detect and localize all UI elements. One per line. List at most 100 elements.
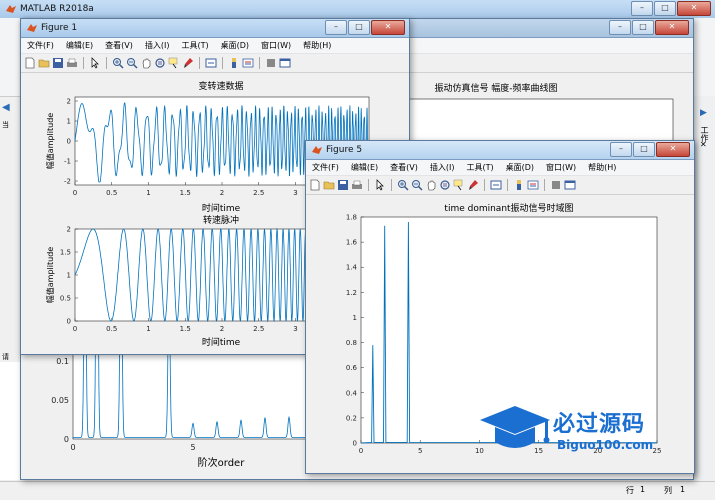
toolbar-separator — [391, 179, 392, 191]
print-icon[interactable] — [66, 57, 78, 69]
zoom-out-icon[interactable] — [411, 179, 423, 191]
brush-icon[interactable] — [467, 179, 479, 191]
workspace-panel: ▶ 工作 ✕ — [693, 96, 715, 480]
data-cursor-icon[interactable] — [168, 57, 180, 69]
open-file-icon[interactable] — [38, 57, 50, 69]
hide-tools-icon[interactable] — [265, 57, 277, 69]
f1-bottom-xtick: 2 — [220, 325, 224, 333]
zoom-in-icon[interactable] — [397, 179, 409, 191]
figure5-maximize-button[interactable]: □ — [633, 142, 655, 157]
figure1-menu-item-7[interactable]: 帮助(H) — [297, 40, 337, 51]
figure1-menu-item-4[interactable]: 工具(T) — [175, 40, 214, 51]
figure1-menu-item-6[interactable]: 窗口(W) — [255, 40, 297, 51]
figure5-menu-item-7[interactable]: 帮助(H) — [582, 162, 622, 173]
f1-bottom-ylabel: 幅值amplitude — [45, 247, 55, 304]
f5-ytick: 0 — [353, 440, 357, 448]
figure1-minimize-button[interactable]: – — [325, 20, 347, 35]
f1-top-xtick: 0 — [73, 189, 77, 197]
figure-back-close-button[interactable]: ✕ — [655, 20, 689, 35]
save-icon[interactable] — [337, 179, 349, 191]
pointer-icon[interactable] — [374, 179, 386, 191]
legend-icon[interactable] — [527, 179, 539, 191]
f1-bottom-xtick: 3 — [293, 325, 297, 333]
figure1-maximize-button[interactable]: □ — [348, 20, 370, 35]
figure5-titlebar: Figure 5 – □ ✕ — [306, 141, 694, 160]
figure1-menu-item-1[interactable]: 编辑(E) — [60, 40, 99, 51]
show-tools-icon[interactable] — [279, 57, 291, 69]
figure1-menu-item-5[interactable]: 桌面(D) — [215, 40, 255, 51]
zoom-in-icon[interactable] — [112, 57, 124, 69]
back-ytick: 0 — [64, 435, 69, 444]
hide-tools-icon[interactable] — [550, 179, 562, 191]
new-file-icon[interactable] — [24, 57, 36, 69]
colorbar-icon[interactable] — [513, 179, 525, 191]
figure1-toolbar — [21, 54, 409, 73]
f1-bottom-ytick: 0 — [67, 318, 71, 326]
figure5-menu-item-2[interactable]: 查看(V) — [384, 162, 424, 173]
figure-back-minimize-button[interactable]: – — [609, 20, 631, 35]
close-button[interactable]: ✕ — [677, 1, 711, 16]
figure1-close-button[interactable]: ✕ — [371, 20, 405, 35]
workspace-expand-icon[interactable]: ▶ — [700, 108, 707, 118]
open-file-icon[interactable] — [323, 179, 335, 191]
watermark-title: 必过源码 — [553, 412, 646, 437]
figure5-menu-item-3[interactable]: 插入(I) — [424, 162, 461, 173]
colorbar-icon[interactable] — [228, 57, 240, 69]
figure5-close-button[interactable]: ✕ — [656, 142, 690, 157]
command-window-tab[interactable]: 请 — [2, 352, 16, 362]
f5-ytick: 1 — [353, 314, 357, 322]
f1-top-xtick: 3 — [293, 189, 297, 197]
figure1-menu-item-0[interactable]: 文件(F) — [21, 40, 60, 51]
f1-bottom-xtick: 0 — [73, 325, 77, 333]
zoom-out-icon[interactable] — [126, 57, 138, 69]
pan-icon[interactable] — [425, 179, 437, 191]
figure5-menu-item-1[interactable]: 编辑(E) — [345, 162, 384, 173]
f1-bottom-xtick: 1 — [146, 325, 150, 333]
print-icon[interactable] — [351, 179, 363, 191]
f5-ytick: 0.2 — [346, 414, 357, 422]
figure-back-maximize-button[interactable]: □ — [632, 20, 654, 35]
figure5-menu-item-6[interactable]: 窗口(W) — [540, 162, 582, 173]
legend-icon[interactable] — [242, 57, 254, 69]
new-file-icon[interactable] — [309, 179, 321, 191]
f1-bottom-ytick: 2 — [67, 226, 71, 234]
rotate-icon[interactable] — [439, 179, 451, 191]
link-icon[interactable] — [490, 179, 502, 191]
figure1-menu-item-3[interactable]: 插入(I) — [139, 40, 176, 51]
f1-bottom-ytick: 1.5 — [60, 249, 71, 257]
matlab-logo-icon — [6, 4, 16, 14]
matlab-title: MATLAB R2018a — [20, 4, 94, 14]
figure5-minimize-button[interactable]: – — [610, 142, 632, 157]
brush-icon[interactable] — [182, 57, 194, 69]
figure5-title: Figure 5 — [326, 145, 363, 155]
toolbar-separator — [259, 57, 260, 69]
f1-bottom-ytick: 0.5 — [60, 295, 71, 303]
maximize-button[interactable]: □ — [654, 1, 676, 16]
show-tools-icon[interactable] — [564, 179, 576, 191]
f5-xtick: 5 — [418, 447, 422, 455]
figure5-menu-item-0[interactable]: 文件(F) — [306, 162, 345, 173]
link-icon[interactable] — [205, 57, 217, 69]
workspace-panel-close-icon[interactable]: ✕ — [700, 140, 707, 149]
f1-top-ytick: 2 — [67, 98, 71, 106]
rotate-icon[interactable] — [154, 57, 166, 69]
pointer-icon[interactable] — [89, 57, 101, 69]
figure5-icon — [312, 145, 322, 155]
nav-left-arrow-icon[interactable]: ◀ — [2, 102, 12, 116]
f1-top-xtick: 0.5 — [106, 189, 117, 197]
data-cursor-icon[interactable] — [453, 179, 465, 191]
figure5-toolbar — [306, 176, 694, 195]
figure5-menu-item-5[interactable]: 桌面(D) — [500, 162, 540, 173]
current-folder-tab[interactable]: 当 — [2, 120, 12, 130]
figure5-menu-item-4[interactable]: 工具(T) — [460, 162, 499, 173]
toolbar-separator — [484, 179, 485, 191]
minimize-button[interactable]: – — [631, 1, 653, 16]
status-col-value: 1 — [680, 485, 686, 494]
figure1-titlebar: Figure 1 – □ ✕ — [21, 19, 409, 38]
figure1-menu-item-2[interactable]: 查看(V) — [99, 40, 139, 51]
f1-bottom-xlabel: 时间time — [202, 336, 241, 348]
pan-icon[interactable] — [140, 57, 152, 69]
f5-xtick: 0 — [359, 447, 363, 455]
f1-top-xtick: 2.5 — [253, 189, 264, 197]
save-icon[interactable] — [52, 57, 64, 69]
